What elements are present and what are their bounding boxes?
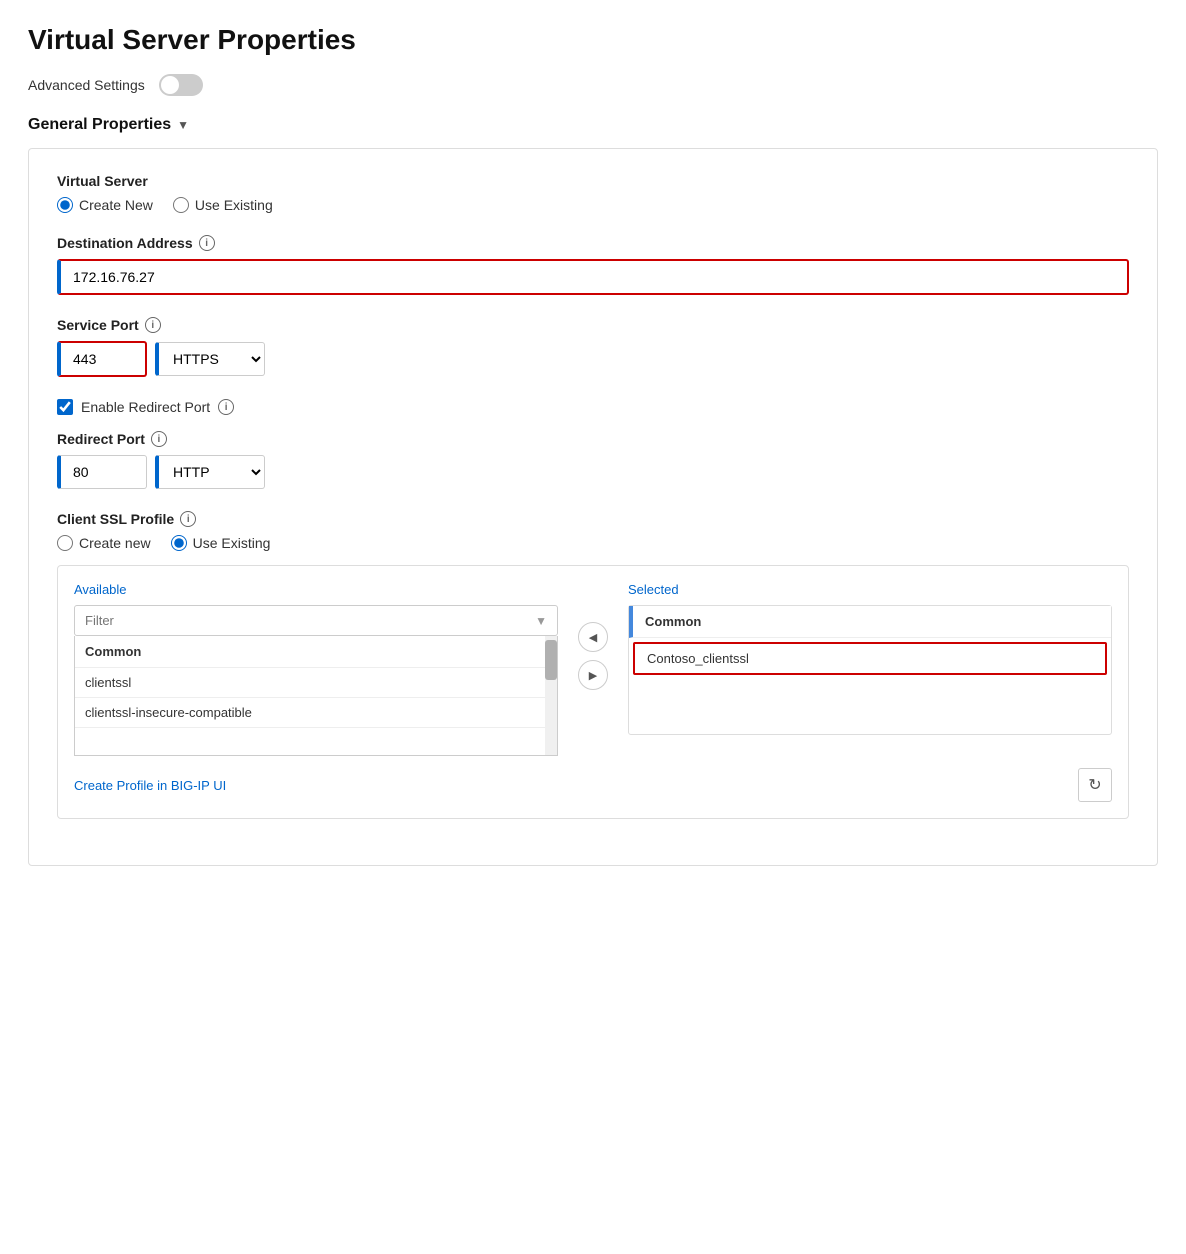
selected-item-contoso[interactable]: Contoso_clientssl: [633, 642, 1107, 675]
ssl-selected-label: Selected: [628, 582, 1112, 597]
redirect-port-input[interactable]: [57, 455, 147, 489]
virtual-server-label: Virtual Server: [57, 173, 1129, 189]
service-port-protocol-select[interactable]: HTTPS HTTP OTHER: [155, 342, 265, 376]
virtual-server-use-existing-label: Use Existing: [195, 197, 273, 213]
list-item-clientssl[interactable]: clientssl: [75, 668, 557, 698]
enable-redirect-port-row[interactable]: Enable Redirect Port i: [57, 399, 1129, 415]
client-ssl-use-existing-radio[interactable]: [171, 535, 187, 551]
virtual-server-field: Virtual Server Create New Use Existing: [57, 173, 1129, 213]
filter-row: ▼: [74, 605, 558, 636]
client-ssl-use-existing[interactable]: Use Existing: [171, 535, 271, 551]
ssl-filter-input[interactable]: [75, 606, 525, 635]
service-port-row: HTTPS HTTP OTHER: [57, 341, 1129, 377]
redirect-port-label: Redirect Port i: [57, 431, 1129, 447]
ssl-available-label: Available: [74, 582, 558, 597]
move-right-button[interactable]: ▶: [578, 660, 608, 690]
virtual-server-create-new-radio[interactable]: [57, 197, 73, 213]
redirect-port-field: Redirect Port i HTTP HTTPS OTHER: [57, 431, 1129, 489]
chevron-down-icon: ▼: [177, 118, 189, 132]
ssl-available-list-inner: Common clientssl clientssl-insecure-comp…: [75, 636, 557, 728]
general-properties-label: General Properties: [28, 116, 171, 134]
page-title: Virtual Server Properties: [28, 24, 1158, 56]
client-ssl-create-new-label: Create new: [79, 535, 151, 551]
ssl-available-list: Common clientssl clientssl-insecure-comp…: [74, 636, 558, 756]
virtual-server-use-existing-radio[interactable]: [173, 197, 189, 213]
service-port-input[interactable]: [57, 341, 147, 377]
enable-redirect-port-checkbox[interactable]: [57, 399, 73, 415]
refresh-button[interactable]: ↻: [1078, 768, 1112, 802]
available-group-common: Common: [75, 636, 557, 668]
client-ssl-profile-radio-group: Create new Use Existing: [57, 535, 1129, 551]
ssl-columns: Available ▼ Common clientssl clientssl-i…: [74, 582, 1112, 756]
selected-group-common: Common: [629, 606, 1111, 638]
create-profile-link[interactable]: Create Profile in BIG-IP UI: [74, 778, 226, 793]
client-ssl-profile-label: Client SSL Profile i: [57, 511, 1129, 527]
advanced-settings-toggle[interactable]: [159, 74, 203, 96]
create-profile-row: Create Profile in BIG-IP UI ↻: [74, 768, 1112, 802]
redirect-port-info-icon: i: [151, 431, 167, 447]
advanced-settings-label: Advanced Settings: [28, 77, 145, 93]
list-item-clientssl-insecure[interactable]: clientssl-insecure-compatible: [75, 698, 557, 728]
service-port-field: Service Port i HTTPS HTTP OTHER: [57, 317, 1129, 377]
destination-address-field: Destination Address i: [57, 235, 1129, 295]
ssl-available-column: Available ▼ Common clientssl clientssl-i…: [74, 582, 558, 756]
general-properties-panel: Virtual Server Create New Use Existing D…: [28, 148, 1158, 866]
client-ssl-profile-field: Client SSL Profile i Create new Use Exis…: [57, 511, 1129, 819]
move-left-button[interactable]: ◀: [578, 622, 608, 652]
enable-redirect-port-info-icon: i: [218, 399, 234, 415]
service-port-info-icon: i: [145, 317, 161, 333]
virtual-server-radio-group: Create New Use Existing: [57, 197, 1129, 213]
service-port-label: Service Port i: [57, 317, 1129, 333]
advanced-settings-row: Advanced Settings: [28, 74, 1158, 96]
general-properties-header[interactable]: General Properties ▼: [28, 116, 1158, 134]
ssl-selected-box: Common Contoso_clientssl: [628, 605, 1112, 735]
list-scrollbar-thumb: [545, 640, 557, 680]
virtual-server-create-new-label: Create New: [79, 197, 153, 213]
ssl-panel: Available ▼ Common clientssl clientssl-i…: [57, 565, 1129, 819]
destination-address-input[interactable]: [57, 259, 1129, 295]
destination-address-info-icon: i: [199, 235, 215, 251]
ssl-selected-column: Selected Common Contoso_clientssl: [628, 582, 1112, 735]
filter-icon: ▼: [525, 607, 557, 635]
client-ssl-use-existing-label: Use Existing: [193, 535, 271, 551]
ssl-move-controls: ◀ ▶: [578, 582, 608, 690]
destination-address-label: Destination Address i: [57, 235, 1129, 251]
client-ssl-create-new-radio[interactable]: [57, 535, 73, 551]
redirect-port-protocol-select[interactable]: HTTP HTTPS OTHER: [155, 455, 265, 489]
destination-address-input-wrapper: [57, 259, 1129, 295]
redirect-port-row: HTTP HTTPS OTHER: [57, 455, 1129, 489]
virtual-server-create-new[interactable]: Create New: [57, 197, 153, 213]
virtual-server-use-existing[interactable]: Use Existing: [173, 197, 273, 213]
client-ssl-profile-info-icon: i: [180, 511, 196, 527]
list-scrollbar[interactable]: [545, 636, 557, 755]
enable-redirect-port-label: Enable Redirect Port: [81, 399, 210, 415]
client-ssl-create-new[interactable]: Create new: [57, 535, 151, 551]
